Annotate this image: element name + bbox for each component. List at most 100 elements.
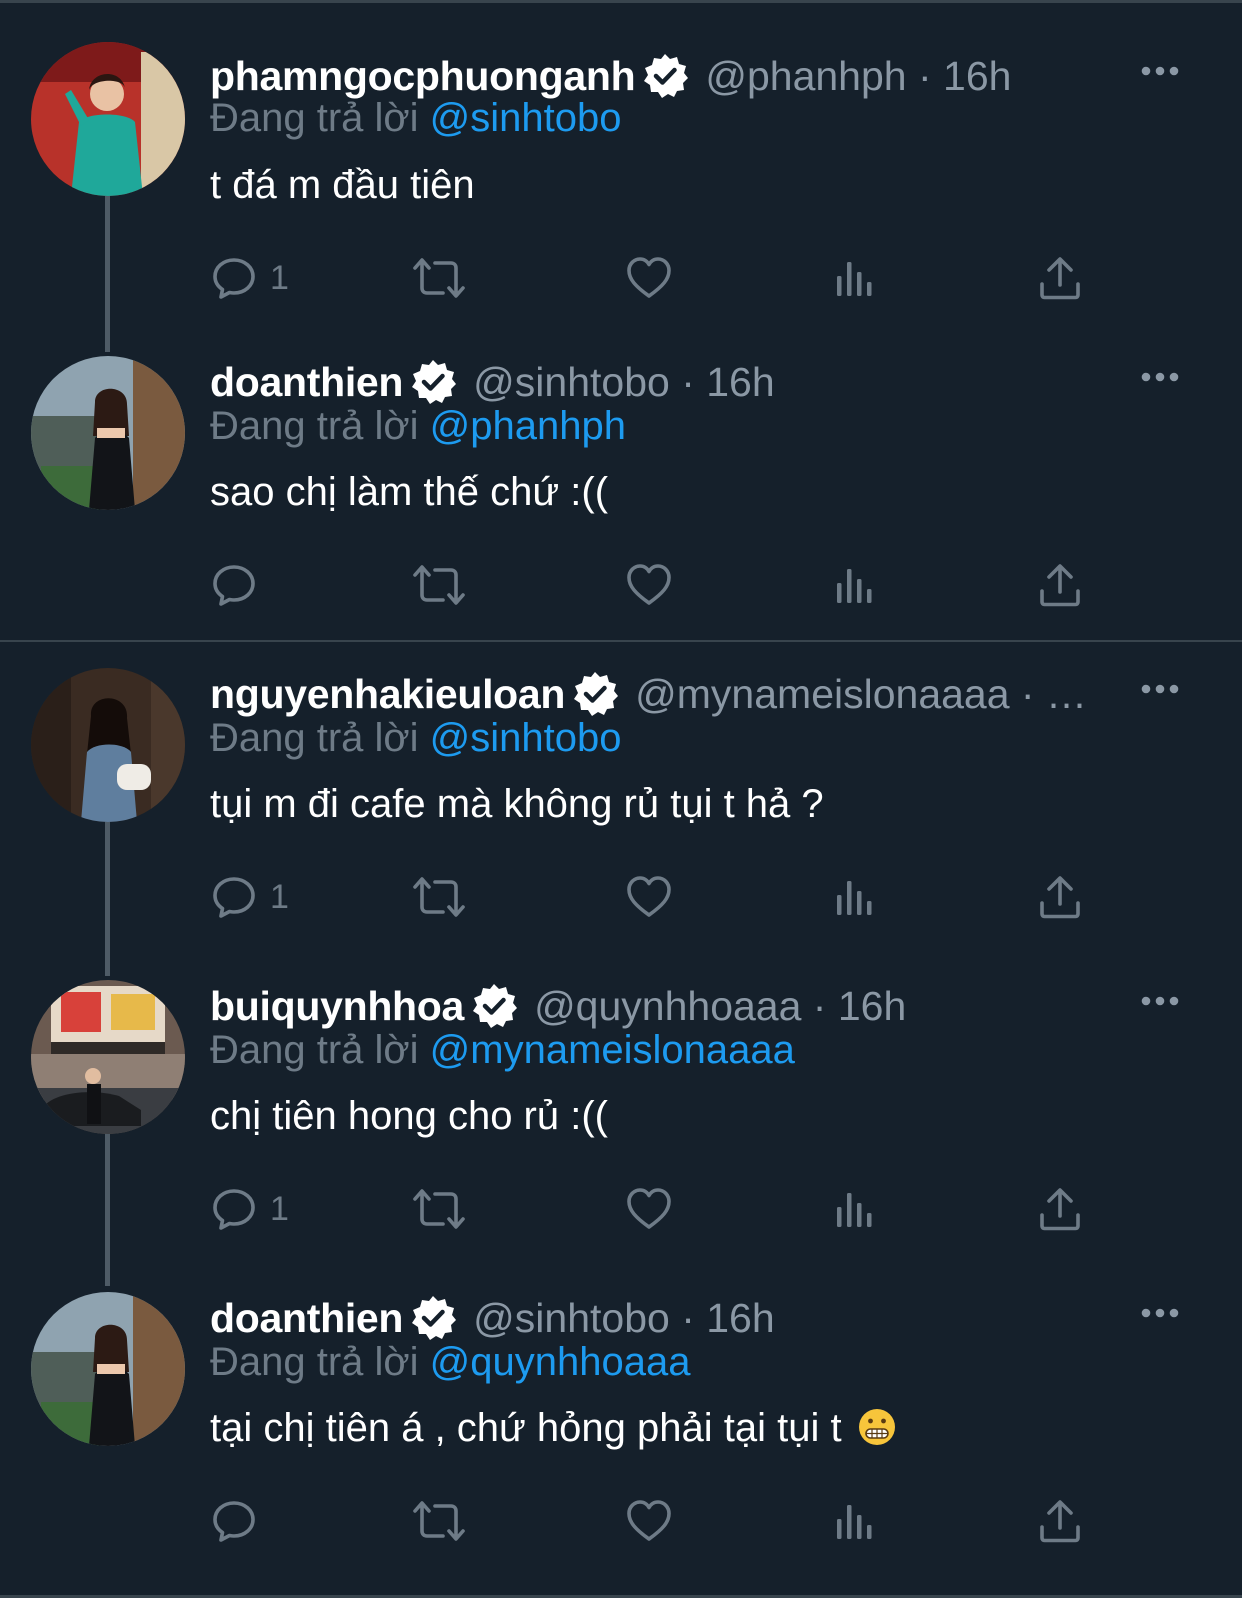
reply-context: Đang trả lời @quynhhoaaa bbox=[210, 1340, 691, 1385]
avatar[interactable] bbox=[31, 668, 185, 822]
reply-prefix: Đang trả lời bbox=[210, 716, 419, 760]
grimacing-face-emoji bbox=[858, 1409, 895, 1445]
verified-badge-icon bbox=[571, 670, 619, 718]
verified-badge-icon bbox=[409, 1294, 457, 1342]
like-button[interactable] bbox=[625, 869, 673, 925]
tweet-text: t đá m đầu tiên bbox=[210, 163, 475, 207]
views-button[interactable] bbox=[833, 869, 877, 925]
reply-button[interactable] bbox=[210, 557, 270, 613]
handle-and-time: @sinhtobo · 16h bbox=[473, 1294, 775, 1341]
like-button[interactable] bbox=[625, 557, 673, 613]
more-dots-icon[interactable] bbox=[1140, 364, 1180, 390]
handle-and-time: @phanhph · 16h bbox=[705, 52, 1012, 99]
more-dots-icon[interactable] bbox=[1140, 676, 1180, 702]
retweet-button[interactable] bbox=[409, 1181, 469, 1237]
reply-button[interactable] bbox=[210, 1493, 270, 1549]
tweet-text: tụi m đi cafe mà không rủ tụi t hả ? bbox=[210, 782, 824, 826]
action-bar bbox=[0, 557, 1242, 613]
display-name[interactable]: buiquynhhoa bbox=[210, 983, 464, 1030]
avatar[interactable] bbox=[31, 980, 185, 1134]
reply-to-link[interactable]: @quynhhoaaa bbox=[430, 1340, 691, 1384]
retweet-arrows-icon bbox=[409, 1185, 469, 1233]
verified-badge-icon bbox=[409, 358, 457, 406]
views-button[interactable] bbox=[833, 250, 877, 306]
verified-badge-icon bbox=[470, 982, 518, 1030]
tweet-header: doanthien @sinhtobo · 16h bbox=[210, 354, 1130, 410]
handle-and-time: @quynhhoaaa · 16h bbox=[534, 982, 907, 1029]
reply-button[interactable]: 1 bbox=[210, 250, 289, 306]
reply-button[interactable]: 1 bbox=[210, 869, 289, 925]
views-button[interactable] bbox=[833, 1493, 877, 1549]
tweet-3[interactable]: nguyenhakieuloan @mynameislonaaaa · … Đa… bbox=[0, 624, 1242, 976]
heart-icon bbox=[625, 873, 673, 921]
retweet-button[interactable] bbox=[409, 250, 469, 306]
reply-count: 1 bbox=[270, 258, 289, 297]
avatar[interactable] bbox=[31, 42, 185, 196]
avatar[interactable] bbox=[31, 356, 185, 510]
views-button[interactable] bbox=[833, 557, 877, 613]
share-button[interactable] bbox=[1036, 250, 1084, 306]
reply-context: Đang trả lời @phanhph bbox=[210, 404, 626, 449]
share-upload-icon bbox=[1036, 1497, 1084, 1545]
display-name[interactable]: doanthien bbox=[210, 1295, 403, 1342]
reply-prefix: Đang trả lời bbox=[210, 1340, 419, 1384]
tweet-header: buiquynhhoa @quynhhoaaa · 16h bbox=[210, 978, 1130, 1034]
speech-bubble-icon bbox=[210, 561, 258, 609]
action-bar: 1 bbox=[0, 1181, 1242, 1237]
reply-context: Đang trả lời @mynameislonaaaa bbox=[210, 1028, 795, 1073]
share-upload-icon bbox=[1036, 254, 1084, 302]
bar-chart-icon bbox=[833, 875, 877, 919]
share-upload-icon bbox=[1036, 561, 1084, 609]
share-button[interactable] bbox=[1036, 557, 1084, 613]
reply-count: 1 bbox=[270, 877, 289, 916]
retweet-arrows-icon bbox=[409, 561, 469, 609]
heart-icon bbox=[625, 561, 673, 609]
more-dots-icon[interactable] bbox=[1140, 988, 1180, 1014]
heart-icon bbox=[625, 1497, 673, 1545]
reply-to-link[interactable]: @sinhtobo bbox=[430, 716, 622, 760]
heart-icon bbox=[625, 254, 673, 302]
display-name[interactable]: phamngocphuonganh bbox=[210, 53, 636, 100]
bar-chart-icon bbox=[833, 256, 877, 300]
share-upload-icon bbox=[1036, 1185, 1084, 1233]
tweet-text: tại chị tiên á , chứ hỏng phải tại tụi t bbox=[210, 1406, 842, 1450]
tweet-5[interactable]: doanthien @sinhtobo · 16h Đang trả lời @… bbox=[0, 1248, 1242, 1560]
tweet-1[interactable]: phamngocphuonganh @phanhph · 16h Đang tr… bbox=[0, 0, 1242, 352]
retweet-button[interactable] bbox=[409, 557, 469, 613]
tweet-4[interactable]: buiquynhhoa @quynhhoaaa · 16h Đang trả l… bbox=[0, 936, 1242, 1286]
bar-chart-icon bbox=[833, 1499, 877, 1543]
bar-chart-icon bbox=[833, 563, 877, 607]
handle-and-time: @mynameislonaaaa · … bbox=[635, 670, 1087, 717]
like-button[interactable] bbox=[625, 1181, 673, 1237]
bar-chart-icon bbox=[833, 1187, 877, 1231]
share-button[interactable] bbox=[1036, 1493, 1084, 1549]
share-button[interactable] bbox=[1036, 869, 1084, 925]
reply-button[interactable]: 1 bbox=[210, 1181, 289, 1237]
reply-to-link[interactable]: @sinhtobo bbox=[430, 96, 622, 140]
reply-prefix: Đang trả lời bbox=[210, 96, 419, 140]
tweet-2[interactable]: doanthien @sinhtobo · 16h Đang trả lời @… bbox=[0, 312, 1242, 624]
reply-to-link[interactable]: @mynameislonaaaa bbox=[430, 1028, 795, 1072]
speech-bubble-icon bbox=[210, 1497, 258, 1545]
share-button[interactable] bbox=[1036, 1181, 1084, 1237]
display-name[interactable]: doanthien bbox=[210, 359, 403, 406]
verified-badge-icon bbox=[641, 52, 689, 100]
reply-context: Đang trả lời @sinhtobo bbox=[210, 96, 622, 141]
like-button[interactable] bbox=[625, 250, 673, 306]
tweet-header: doanthien @sinhtobo · 16h bbox=[210, 1290, 1130, 1346]
reply-to-link[interactable]: @phanhph bbox=[430, 404, 626, 448]
retweet-arrows-icon bbox=[409, 254, 469, 302]
handle-and-time: @sinhtobo · 16h bbox=[473, 358, 775, 405]
more-dots-icon[interactable] bbox=[1140, 58, 1180, 84]
display-name[interactable]: nguyenhakieuloan bbox=[210, 671, 565, 718]
like-button[interactable] bbox=[625, 1493, 673, 1549]
avatar[interactable] bbox=[31, 1292, 185, 1446]
tweet-text: chị tiên hong cho rủ :(( bbox=[210, 1094, 608, 1138]
reply-count: 1 bbox=[270, 1189, 289, 1228]
retweet-button[interactable] bbox=[409, 869, 469, 925]
retweet-button[interactable] bbox=[409, 1493, 469, 1549]
reply-context: Đang trả lời @sinhtobo bbox=[210, 716, 622, 761]
speech-bubble-icon bbox=[210, 254, 258, 302]
more-dots-icon[interactable] bbox=[1140, 1300, 1180, 1326]
views-button[interactable] bbox=[833, 1181, 877, 1237]
